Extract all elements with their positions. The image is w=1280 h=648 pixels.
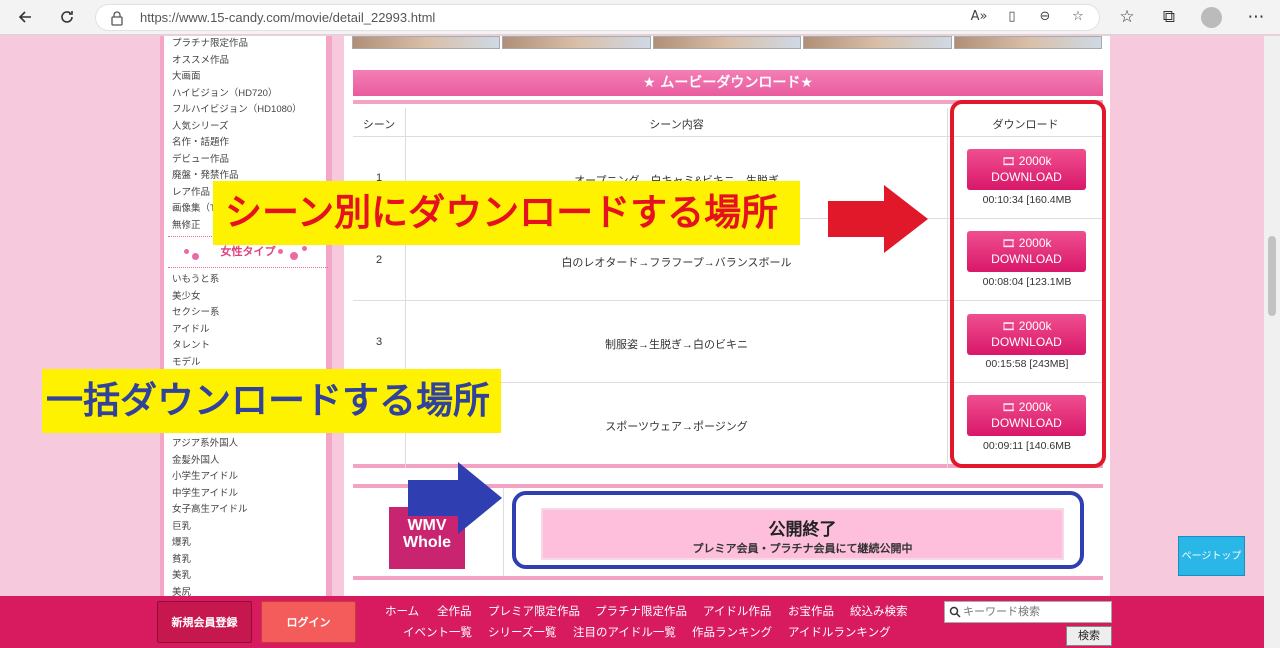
search-input[interactable] xyxy=(963,604,1109,620)
footer-link[interactable]: プラチナ限定作品 xyxy=(595,603,687,619)
thumbnail[interactable] xyxy=(953,36,1103,49)
footer-link[interactable]: アイドルランキング xyxy=(788,624,891,640)
search-button[interactable]: 検索 xyxy=(1066,626,1112,646)
search-icon xyxy=(949,606,961,618)
footer-link[interactable]: アイドル作品 xyxy=(703,603,771,619)
reader-view-icon[interactable]: ▯ xyxy=(1001,9,1023,24)
sidebar-item[interactable]: 美乳 xyxy=(172,568,332,585)
sidebar-item[interactable]: オススメ作品 xyxy=(172,53,332,70)
wmv-icon-line2: Whole xyxy=(403,534,451,551)
scene-number: 2 xyxy=(375,254,383,266)
sidebar-item[interactable]: セクシー系 xyxy=(172,305,332,322)
footer-link[interactable]: 絞込み検索 xyxy=(850,603,908,619)
table-divider xyxy=(503,488,504,576)
footer-link[interactable]: 注目のアイドル一覧 xyxy=(573,624,676,640)
movie-download-header: ★ ムービーダウンロード★ xyxy=(353,70,1103,96)
footer-link[interactable]: 全作品 xyxy=(437,603,472,619)
sidebar-section-title: 女性タイプ xyxy=(220,245,276,258)
sidebar-item[interactable]: 爆乳 xyxy=(172,535,332,552)
footer-link[interactable]: 作品ランキング xyxy=(692,624,772,640)
table-header: シーン xyxy=(362,119,396,131)
sidebar-item[interactable]: 中学生アイドル xyxy=(172,486,332,503)
scrollbar[interactable] xyxy=(1264,36,1280,648)
url-text[interactable]: https://www.15-candy.com/movie/detail_22… xyxy=(140,10,435,25)
zoom-icon[interactable]: ⊖ xyxy=(1034,9,1056,24)
scene-download-label: シーン別にダウンロードする場所 xyxy=(213,181,800,245)
address-bar[interactable]: https://www.15-candy.com/movie/detail_22… xyxy=(95,4,1100,31)
decor-dot xyxy=(302,246,307,251)
sidebar-item[interactable]: 美少女 xyxy=(172,289,332,306)
sidebar-list-bottom: アジア系外国人 金髪外国人 小学生アイドル 中学生アイドル 女子高生アイドル 巨… xyxy=(172,436,332,601)
sidebar-item[interactable]: プラチナ限定作品 xyxy=(172,36,332,53)
blue-arrow-icon xyxy=(408,462,502,534)
thumbnail[interactable] xyxy=(803,36,952,49)
back-arrow-icon[interactable] xyxy=(12,5,38,29)
sidebar-item[interactable]: アジア系外国人 xyxy=(172,436,332,453)
sidebar: プラチナ限定作品 オススメ作品 大画面 ハイビジョン（HD720） フルハイビジ… xyxy=(160,36,332,598)
refresh-icon[interactable] xyxy=(54,5,80,29)
sidebar-item[interactable]: 巨乳 xyxy=(172,519,332,536)
scene-download-highlight xyxy=(950,100,1106,468)
thumbnail[interactable] xyxy=(652,36,802,49)
decor-dot xyxy=(192,253,199,260)
scroll-thumb[interactable] xyxy=(1268,236,1276,316)
sidebar-item[interactable]: フルハイビジョン（HD1080） xyxy=(172,102,332,119)
search-field[interactable] xyxy=(944,601,1112,623)
more-icon[interactable]: ⋯ xyxy=(1243,5,1269,29)
collections-icon[interactable]: ⧉ xyxy=(1156,5,1182,29)
footer-link[interactable]: プレミア限定作品 xyxy=(488,603,580,619)
sidebar-item[interactable]: いもうと系 xyxy=(172,272,332,289)
browser-toolbar: https://www.15-candy.com/movie/detail_22… xyxy=(0,0,1280,35)
table-header: シーン内容 xyxy=(649,119,704,131)
footer-link[interactable]: シリーズ一覧 xyxy=(488,624,556,640)
sidebar-item[interactable]: 大画面 xyxy=(172,69,332,86)
login-button[interactable]: ログイン xyxy=(261,601,356,643)
sidebar-item[interactable]: デビュー作品 xyxy=(172,152,332,169)
scene-content: 白のレオタード→フラフープ→バランスボール xyxy=(561,257,792,269)
bulk-download-highlight xyxy=(512,491,1084,569)
footer-bar: 新規会員登録 ログイン ホーム 全作品 プレミア限定作品 プラチナ限定作品 アイ… xyxy=(0,596,1264,648)
sidebar-item[interactable]: ハイビジョン（HD720） xyxy=(172,86,332,103)
decor-dot xyxy=(278,249,283,254)
scene-content: 制服姿→生脱ぎ→白のビキニ xyxy=(605,339,748,351)
sidebar-item[interactable]: 人気シリーズ xyxy=(172,119,332,136)
thumbnail[interactable] xyxy=(352,36,501,49)
decor-dot xyxy=(184,249,189,254)
read-aloud-icon[interactable]: A» xyxy=(968,9,990,24)
add-favorite-icon[interactable]: ☆ xyxy=(1067,9,1089,24)
table-divider xyxy=(947,108,948,468)
profile-icon[interactable] xyxy=(1201,7,1222,28)
sidebar-item[interactable]: タレント xyxy=(172,338,332,355)
scene-number: 3 xyxy=(375,336,383,348)
thumbnail-strip xyxy=(352,36,1104,49)
sidebar-item[interactable]: アイドル xyxy=(172,322,332,339)
sidebar-item[interactable]: 金髪外国人 xyxy=(172,453,332,470)
decor-dot xyxy=(290,252,298,260)
footer-link[interactable]: イベント一覧 xyxy=(403,624,472,640)
sidebar-item[interactable]: 女子高生アイドル xyxy=(172,502,332,519)
bulk-download-label: 一括ダウンロードする場所 xyxy=(42,369,501,433)
sidebar-item[interactable]: 小学生アイドル xyxy=(172,469,332,486)
sidebar-item[interactable]: 貧乳 xyxy=(172,552,332,569)
sidebar-item[interactable]: 名作・話題作 xyxy=(172,135,332,152)
footer-link[interactable]: ホーム xyxy=(385,603,419,619)
page-top-button[interactable]: ページトップ xyxy=(1178,536,1245,576)
thumbnail[interactable] xyxy=(502,36,651,49)
favorites-icon[interactable]: ☆ xyxy=(1114,5,1140,29)
footer-link[interactable]: お宝作品 xyxy=(788,603,834,619)
lock-icon[interactable] xyxy=(110,10,124,26)
register-button[interactable]: 新規会員登録 xyxy=(157,601,252,643)
red-arrow-icon xyxy=(828,185,928,253)
sidebar-list-mid: いもうと系 美少女 セクシー系 アイドル タレント モデル xyxy=(172,272,332,371)
